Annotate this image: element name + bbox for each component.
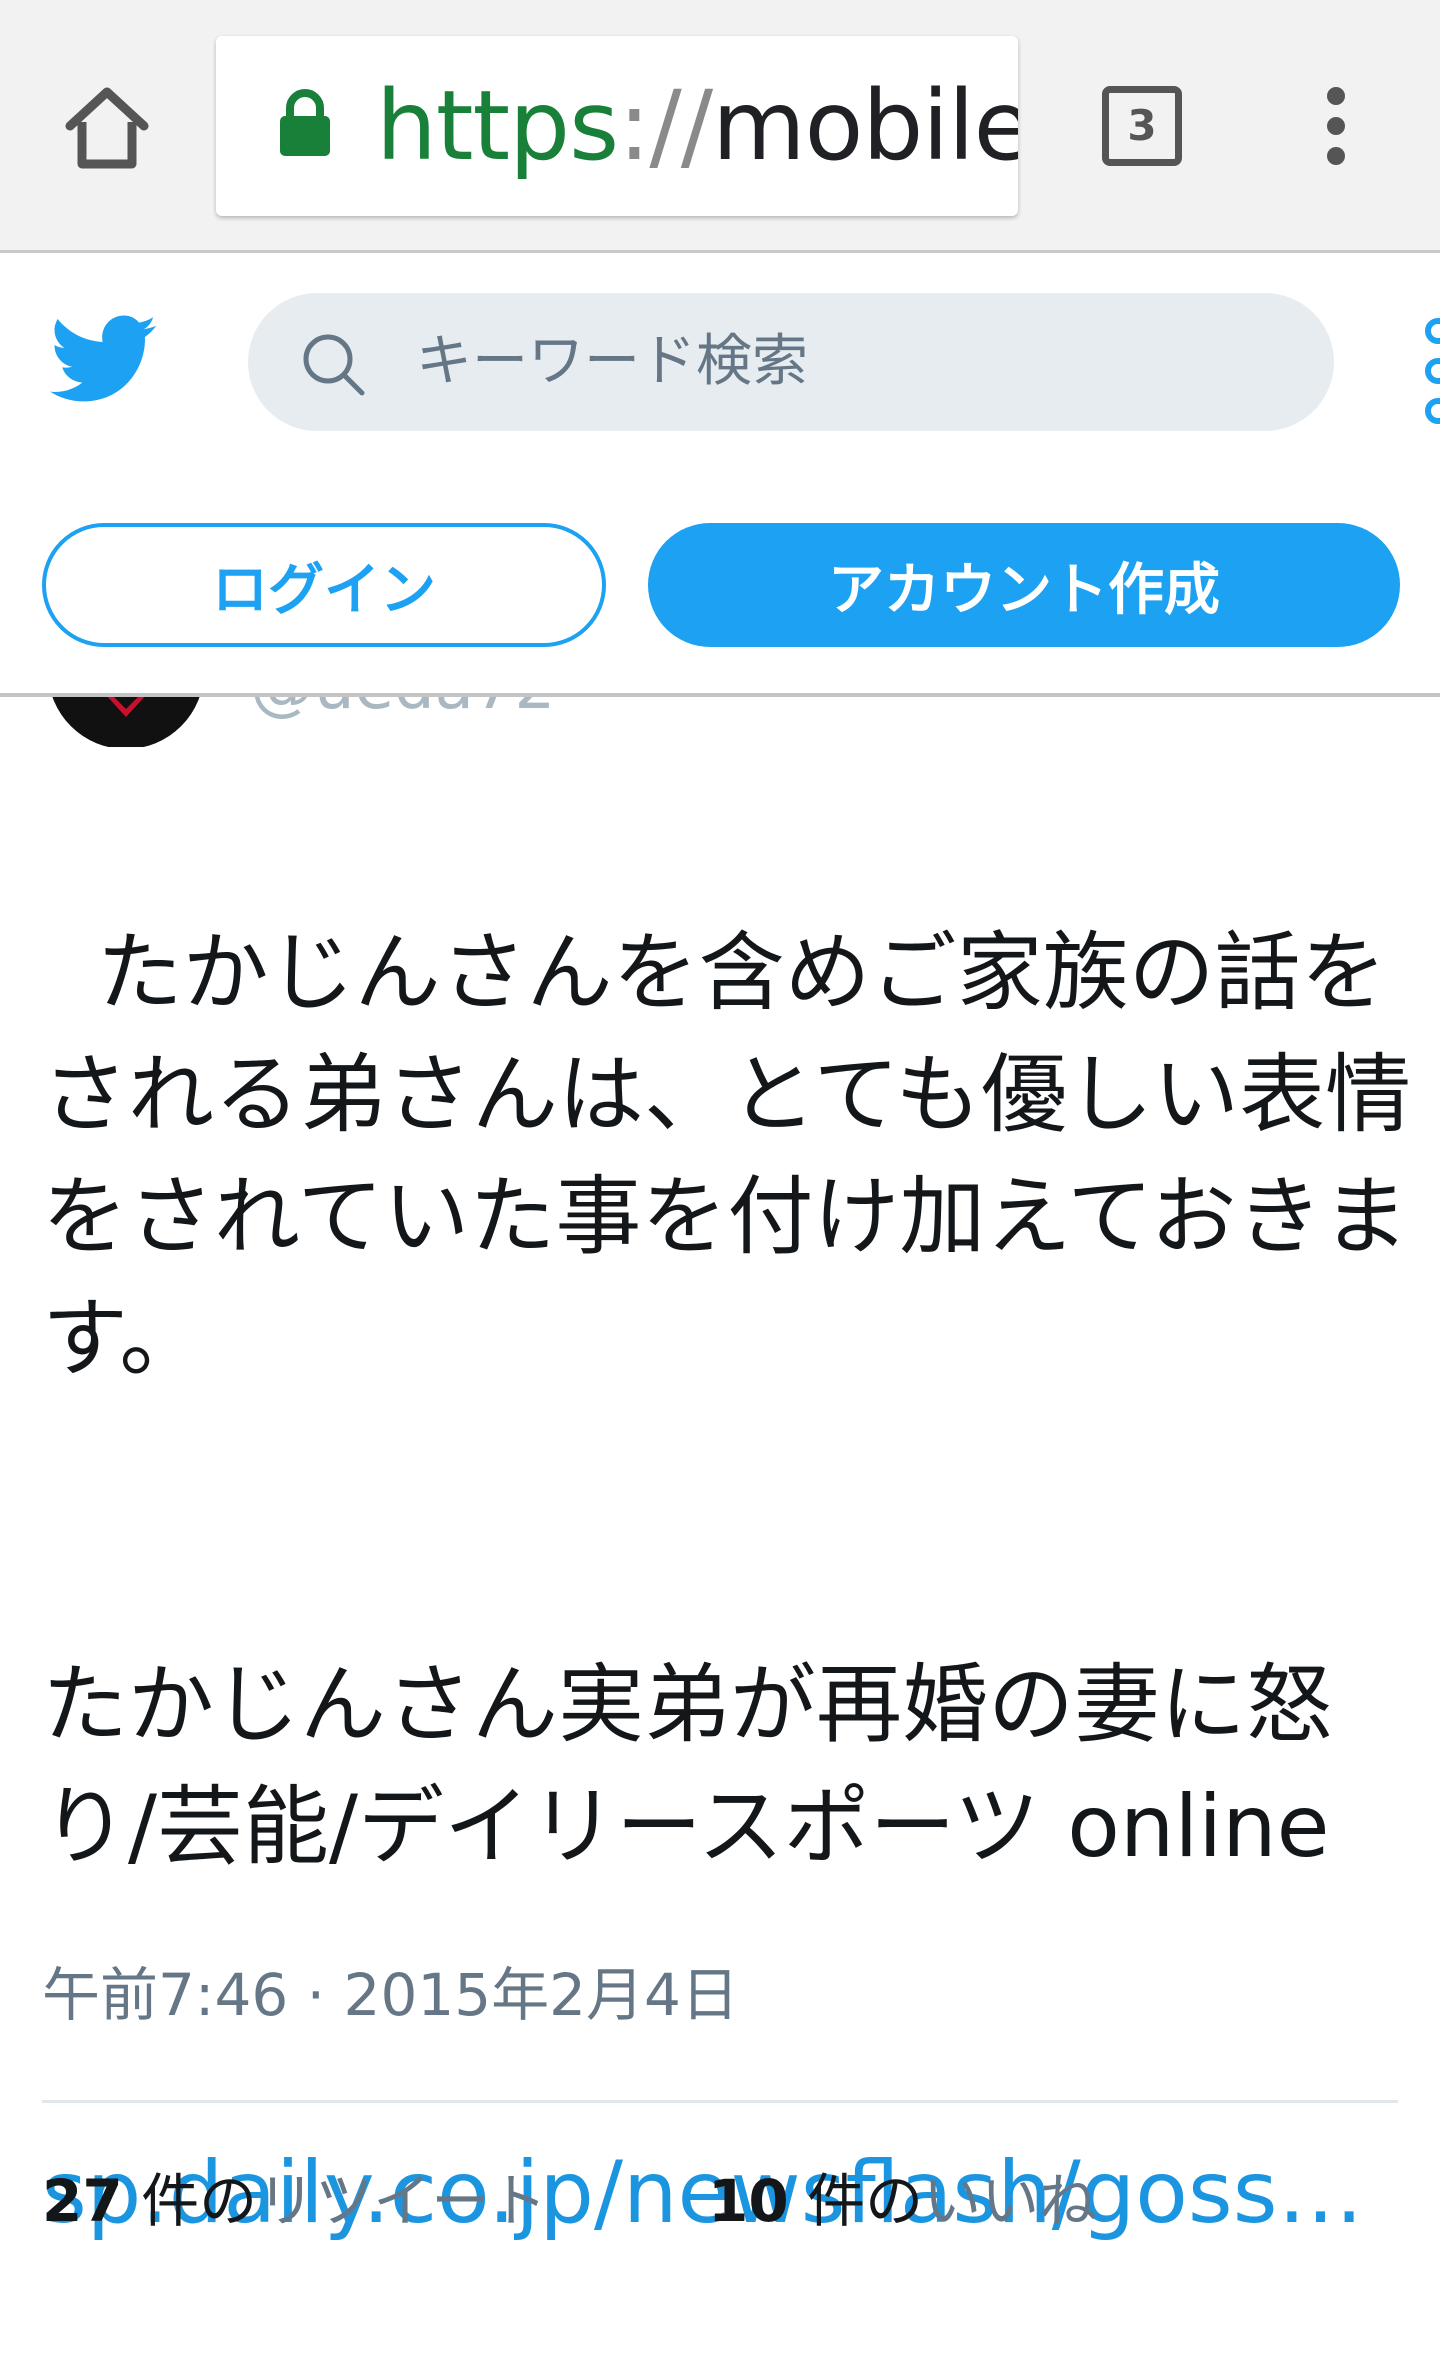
like-label: いいね: [923, 2167, 1098, 2235]
tweet-divider: [42, 2100, 1398, 2103]
search-icon: [300, 331, 366, 397]
twitter-header: キーワード検索 ログイン アカウント作成: [0, 253, 1440, 693]
tweet-paragraph-2: たかじんさん実弟が再婚の妻に怒り/芸能/デイリースポーツ online: [42, 1655, 1332, 1877]
search-placeholder: キーワード検索: [416, 329, 808, 394]
browser-toolbar: https://mobile. 3: [0, 0, 1440, 253]
url-separator: ://: [618, 70, 713, 182]
login-button[interactable]: ログイン: [42, 523, 606, 647]
more-menu-icon[interactable]: [1418, 313, 1440, 433]
tweet-text: たかじんさんを含めご家族の話をされる弟さんは、とても優しい表情をされていた事を付…: [42, 790, 1412, 2376]
tab-switcher-button[interactable]: 3: [1102, 86, 1182, 166]
twitter-bird-icon[interactable]: [50, 313, 158, 407]
like-count[interactable]: 10 件のいいね: [708, 2166, 1097, 2236]
tweet-author-row: @ueda72: [0, 697, 1440, 747]
url-scheme: https: [376, 70, 619, 182]
tweet-timestamp[interactable]: 午前7:46 · 2015年2月4日: [42, 1960, 739, 2030]
signup-button[interactable]: アカウント作成: [648, 523, 1400, 647]
like-count-unit: 件の: [807, 2167, 924, 2235]
more-vert-icon[interactable]: [1316, 86, 1356, 166]
tweet-paragraph-1: たかじんさんを含めご家族の話をされる弟さんは、とても優しい表情をされていた事を付…: [42, 923, 1412, 1389]
retweet-count-unit: 件の: [141, 2167, 258, 2235]
retweet-count-number: 27: [42, 2167, 123, 2235]
author-handle[interactable]: @ueda72: [250, 697, 555, 727]
like-count-number: 10: [708, 2167, 789, 2235]
address-bar[interactable]: https://mobile.: [216, 36, 1018, 216]
url-host: mobile.: [712, 70, 1018, 182]
search-input[interactable]: キーワード検索: [248, 293, 1334, 431]
home-icon[interactable]: [62, 82, 152, 172]
avatar-accent-icon: [107, 697, 145, 717]
lock-icon: [278, 88, 332, 158]
retweet-count[interactable]: 27 件のリツイート: [42, 2166, 547, 2236]
retweet-label: リツイート: [257, 2167, 548, 2235]
url-text: https://mobile.: [376, 66, 1018, 186]
